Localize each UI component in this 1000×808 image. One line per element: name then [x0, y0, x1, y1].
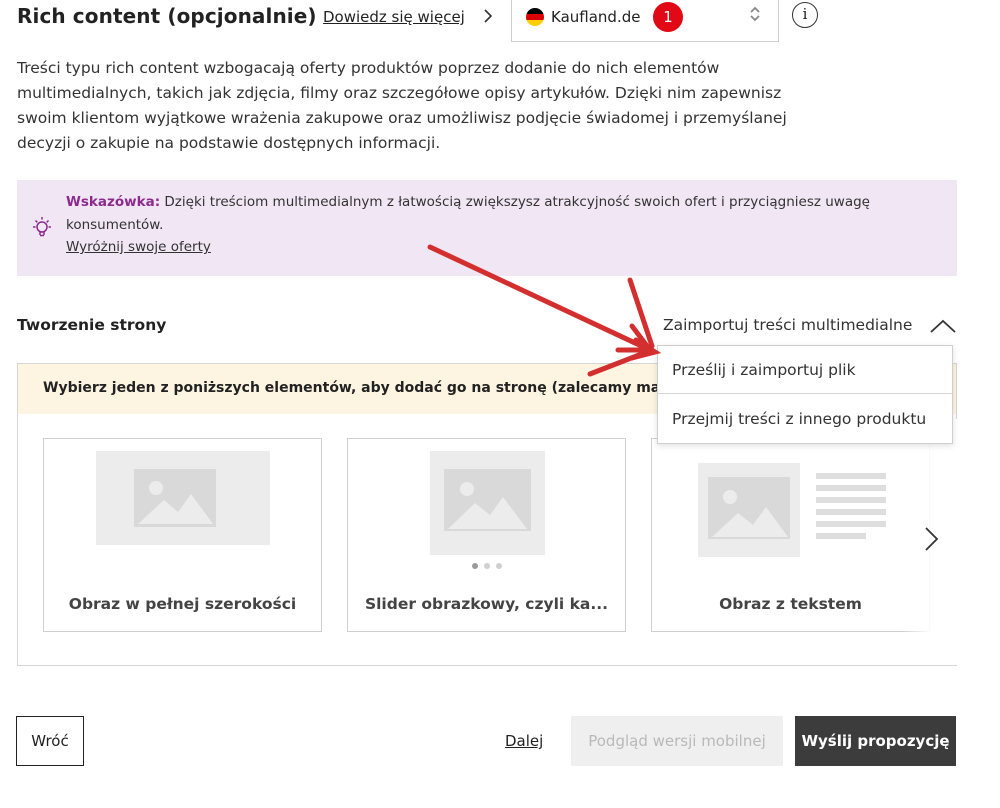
- submit-proposal-button[interactable]: Wyślij propozycję: [795, 716, 956, 766]
- element-picker-hint-text: Wybierz jeden z poniższych elementów, ab…: [43, 380, 708, 396]
- back-button[interactable]: Wróć: [16, 716, 84, 766]
- tip-label: Wskazówka:: [66, 194, 161, 210]
- page-header: Rich content (opcjonalnie) Dowiedz się w…: [17, 0, 997, 44]
- info-icon[interactable]: i: [792, 2, 818, 28]
- highlight-offers-link[interactable]: Wyróżnij swoje oferty: [66, 239, 211, 255]
- element-card-label: Slider obrazkowy, czyli ka...: [364, 595, 609, 613]
- annotation-arrow: [587, 277, 662, 377]
- image-slider-icon: [430, 451, 545, 569]
- tip-body: Dzięki treściom multimedialnym z łatwośc…: [66, 194, 870, 233]
- footer-actions: Wróć Dalej Podgląd wersji mobilnej Wyśli…: [0, 716, 1000, 766]
- image-with-text-icon: [698, 463, 886, 557]
- menu-item-upload-import-file[interactable]: Prześlij i zaimportuj plik: [658, 346, 952, 394]
- element-card-label: Obraz z tekstem: [719, 595, 862, 613]
- image-placeholder-icon: [96, 451, 270, 545]
- menu-item-copy-from-product[interactable]: Przejmij treści z innego produktu: [658, 395, 952, 443]
- tip-text: Wskazówka: Dzięki treściom multimedialny…: [66, 191, 926, 237]
- intro-description: Treści typu rich content wzbogacają ofer…: [17, 59, 787, 152]
- element-card-image-with-text[interactable]: Obraz z tekstem: [651, 438, 930, 632]
- mobile-preview-button: Podgląd wersji mobilnej: [571, 716, 783, 766]
- element-card-full-width-image[interactable]: Obraz w pełnej szerokości: [43, 438, 322, 632]
- next-link[interactable]: Dalej: [505, 732, 543, 750]
- import-media-menu: Prześlij i zaimportuj plik Przejmij treś…: [657, 345, 953, 444]
- notification-badge: 1: [653, 2, 683, 32]
- chevron-right-icon: [484, 9, 493, 23]
- marketplace-label: Kaufland.de: [551, 8, 641, 26]
- import-media-toggle[interactable]: Zaimportuj treści multimedialne: [663, 312, 963, 340]
- germany-flag-icon: [526, 8, 544, 26]
- carousel-next-icon[interactable]: [918, 524, 944, 554]
- lightbulb-icon: [33, 217, 51, 237]
- page-builder-title: Tworzenie strony: [17, 316, 167, 334]
- learn-more-link[interactable]: Dowiedz się więcej: [323, 8, 465, 26]
- tip-box: Wskazówka: Dzięki treściom multimedialny…: [17, 180, 957, 276]
- import-media-label: Zaimportuj treści multimedialne: [663, 316, 913, 334]
- page-title: Rich content (opcjonalnie): [17, 4, 317, 28]
- element-card-image-slider[interactable]: Slider obrazkowy, czyli ka...: [347, 438, 626, 632]
- marketplace-select[interactable]: Kaufland.de 1: [511, 0, 779, 42]
- element-card-label: Obraz w pełnej szerokości: [68, 595, 297, 613]
- chevron-up-icon: [930, 319, 956, 333]
- select-updown-icon: [750, 6, 760, 22]
